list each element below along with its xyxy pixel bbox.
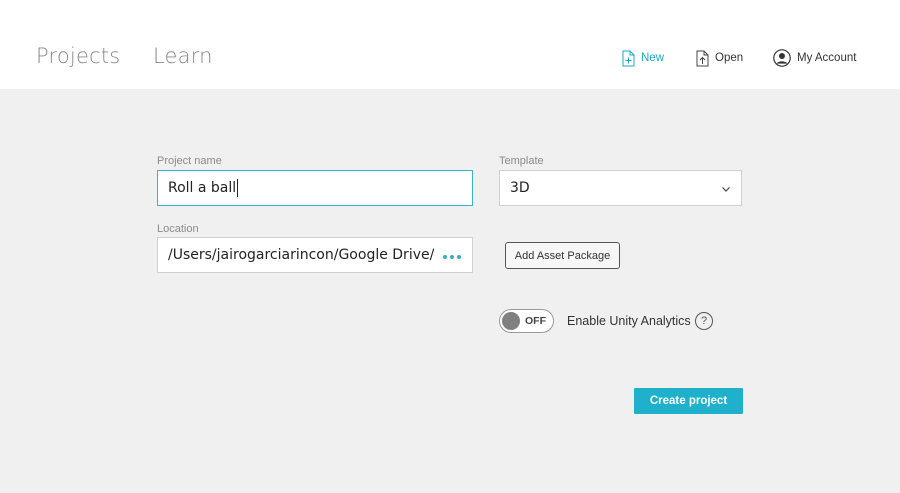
my-account-button[interactable]: My Account <box>773 47 856 69</box>
template-select[interactable]: 3D <box>499 170 742 206</box>
new-button[interactable]: New <box>622 47 664 69</box>
template-value: 3D <box>510 180 530 196</box>
location-input[interactable]: /Users/jairogarciarincon/Google Drive/ <box>157 237 473 273</box>
new-label: New <box>641 52 665 64</box>
account-icon <box>773 49 791 67</box>
toggle-state-label: OFF <box>525 315 546 327</box>
top-bar: Projects Learn New Open My Account <box>0 0 900 89</box>
help-icon[interactable]: ? <box>695 312 713 330</box>
project-name-input[interactable]: Roll a ball <box>157 170 473 206</box>
project-name-label: Project name <box>157 155 222 167</box>
more-dots-icon[interactable] <box>443 255 461 259</box>
create-project-button[interactable]: Create project <box>634 388 743 414</box>
analytics-label: Enable Unity Analytics <box>567 314 691 328</box>
add-asset-package-button[interactable]: Add Asset Package <box>505 242 620 269</box>
tab-learn[interactable]: Learn <box>153 44 213 68</box>
template-label: Template <box>499 155 544 167</box>
location-label: Location <box>157 223 199 235</box>
tab-projects[interactable]: Projects <box>36 44 120 68</box>
location-value: /Users/jairogarciarincon/Google Drive/ <box>168 247 435 263</box>
toggle-knob <box>502 312 520 330</box>
text-caret <box>237 179 239 197</box>
open-label: Open <box>715 52 744 64</box>
project-name-value: Roll a ball <box>168 180 237 196</box>
account-label: My Account <box>797 52 857 64</box>
open-button[interactable]: Open <box>696 47 743 69</box>
new-file-icon <box>622 50 635 67</box>
analytics-toggle[interactable]: OFF <box>499 309 554 333</box>
open-file-icon <box>696 50 709 67</box>
